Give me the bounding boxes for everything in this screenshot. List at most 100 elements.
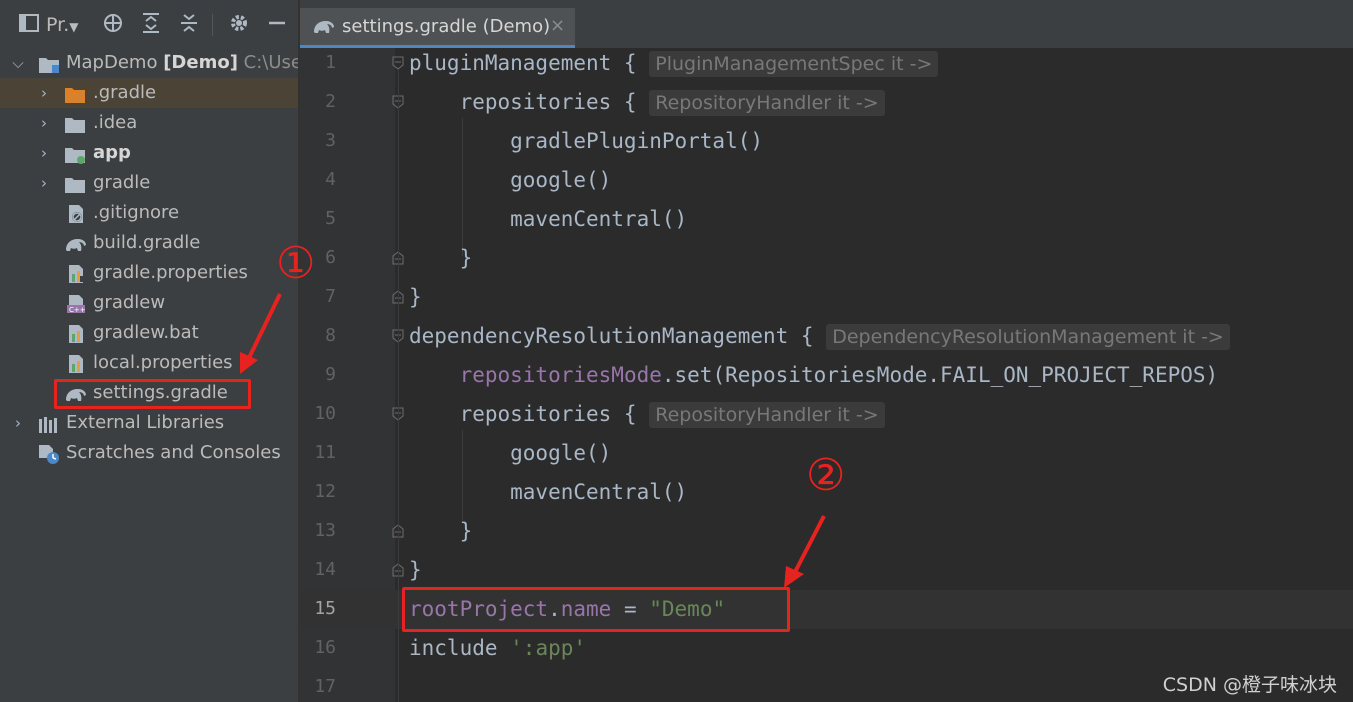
crosshair-icon[interactable] [102,12,124,38]
code-line-1[interactable]: pluginManagement { PluginManagementSpec … [409,48,939,78]
chevron-right-icon[interactable]: › [36,78,52,108]
code-line-10[interactable]: repositories { RepositoryHandler it -> [409,399,885,429]
close-icon[interactable]: × [550,15,565,36]
tree-item-label: gradle.properties [93,262,248,283]
chevron-right-icon[interactable]: › [36,168,52,198]
fold-marker-icon[interactable] [392,56,404,70]
library-icon [38,414,58,433]
minimize-icon[interactable] [266,12,288,38]
tree-item-label: gradle [93,172,151,193]
tree-item-label: gradlew.bat [93,322,199,343]
code-line-7[interactable]: } [409,282,422,312]
code-line-11[interactable]: google() [409,438,611,468]
line-number: 12 [314,481,336,502]
code-line-13[interactable]: } [409,516,473,546]
annotation-number-two: ② [806,450,846,501]
tree-item-label: app [93,142,131,163]
gear-icon[interactable] [228,12,250,38]
tree-item-scratches[interactable]: Scratches and Consoles [0,438,298,468]
code-line-2[interactable]: repositories { RepositoryHandler it -> [409,87,885,117]
annotation-arrow-icon [784,515,826,588]
gradle-elephant-icon [312,18,336,40]
code-line-3[interactable]: gradlePluginPortal() [409,126,763,156]
tree-item-label: External Libraries [66,412,225,433]
expand-all-icon[interactable] [140,12,162,38]
annotation-arrow-icon [240,293,282,374]
ignore-file-icon [66,204,86,223]
code-line-9[interactable]: repositoriesMode.set(RepositoriesMode.FA… [409,360,1219,390]
inlay-hint: PluginManagementSpec it -> [649,51,939,77]
annotation-number-one: ① [276,238,316,289]
line-number: 8 [325,325,336,346]
tree-item-gradle-properties[interactable]: gradle.properties [0,258,298,288]
tree-item-idea[interactable]: › .idea [0,108,298,138]
editor-tab-settings-gradle[interactable]: settings.gradle (Demo) × [300,8,575,48]
chevron-right-icon[interactable]: › [36,138,52,168]
window-icon[interactable] [18,12,40,38]
code-line-4[interactable]: google() [409,165,611,195]
properties-file-icon [66,354,86,373]
tree-root-label: MapDemo [Demo] C:\User [66,52,310,73]
tree-item-gradle-hidden[interactable]: › .gradle [0,78,298,108]
annotation-box-settings-gradle [54,379,251,409]
tree-item-label: gradlew [93,292,166,313]
watermark: CSDN @橙子味冰块 [1162,674,1337,696]
tree-item-external-libraries[interactable]: › External Libraries [0,408,298,438]
code-line-8[interactable]: dependencyResolutionManagement { Depende… [409,321,1230,351]
editor-tab-label: settings.gradle (Demo) [342,16,551,37]
tree-item-label: .idea [93,112,138,133]
line-number: 9 [325,364,336,385]
tree-item-app[interactable]: › app [0,138,298,168]
line-number: 2 [325,91,336,112]
folder-icon [64,114,85,133]
code-line-6[interactable]: } [409,243,473,273]
annotation-box-root-project [402,587,790,632]
line-number: 4 [325,169,336,190]
line-number-current: 15 [314,598,336,619]
scratches-icon [38,444,59,464]
svg-text:C++: C++ [69,306,86,314]
tree-item-label: .gradle [93,82,157,103]
line-number: 17 [314,676,336,697]
line-number: 13 [314,520,336,541]
chevron-down-icon: ▼ [69,20,79,34]
view-selector[interactable]: Pr.▼ [46,12,78,38]
code-line-16[interactable]: include ':app' [409,633,586,663]
line-number: 3 [325,130,336,151]
code-line-14[interactable]: } [409,555,422,585]
module-folder-icon [38,54,59,73]
inlay-hint: RepositoryHandler it -> [649,90,885,116]
inlay-hint: DependencyResolutionManagement it -> [826,324,1230,350]
tree-item-gradle[interactable]: › gradle [0,168,298,198]
tree-root-mapdemo[interactable]: ⌵ MapDemo [Demo] C:\User [0,48,309,78]
script-file-icon: C++ [66,294,86,314]
properties-file-icon [66,324,86,343]
chevron-right-icon[interactable]: › [10,408,26,438]
inlay-hint: RepositoryHandler it -> [649,402,885,428]
properties-file-icon [66,264,86,283]
line-number: 11 [314,442,336,463]
line-number: 16 [314,637,336,658]
code-line-5[interactable]: mavenCentral() [409,204,687,234]
toolbar-divider [212,14,213,36]
folder-orange-icon [64,84,85,103]
code-line-12[interactable]: mavenCentral() [409,477,687,507]
tree-item-build-gradle[interactable]: build.gradle [0,228,298,258]
tree-item-label: Scratches and Consoles [66,442,281,463]
project-toolbar: Pr.▼ [0,0,298,48]
view-selector-label: Pr. [46,14,70,36]
line-number: 5 [325,208,336,229]
line-number: 7 [325,286,336,307]
module-folder-icon [64,144,85,164]
collapse-all-icon[interactable] [178,12,200,38]
gradle-elephant-icon [64,234,86,252]
tree-item-label: build.gradle [93,232,201,253]
chevron-right-icon[interactable]: › [36,108,52,138]
line-number: 1 [325,52,336,73]
tree-item-label: .gitignore [93,202,180,223]
line-number: 14 [314,559,336,580]
chevron-down-icon[interactable]: ⌵ [10,48,26,78]
tree-item-gitignore[interactable]: .gitignore [0,198,298,228]
indent-guide [398,70,399,702]
line-number: 10 [314,403,336,424]
